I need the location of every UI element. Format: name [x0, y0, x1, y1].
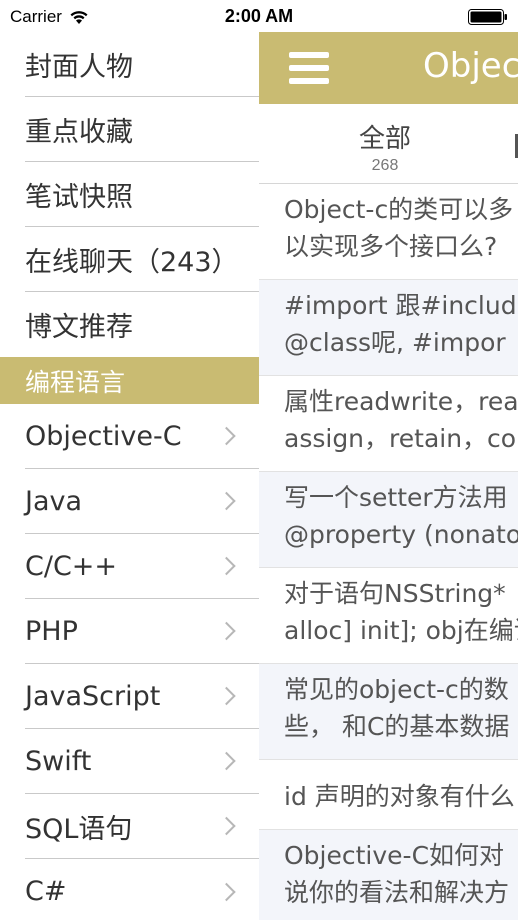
- main-panel[interactable]: Object 全部 268 Object-c的类可以多 以实现多个接口么? #i…: [259, 32, 518, 920]
- side-menu: 封面人物 重点收藏 笔试快照 在线聊天（243） 博文推荐 编程语言 Objec…: [0, 32, 259, 920]
- menu-item-label: 笔试快照: [25, 181, 133, 213]
- question-line-2: 些， 和C的基本数据: [284, 712, 510, 741]
- tab-count: 268: [371, 157, 399, 174]
- question-item[interactable]: 常见的object-c的数 些， 和C的基本数据: [259, 664, 518, 760]
- menu-item-favorites[interactable]: 重点收藏: [25, 97, 259, 162]
- tab-label: 全部: [359, 124, 412, 154]
- menu-icon[interactable]: [289, 52, 329, 86]
- question-line-2: @class呢, #impor: [284, 328, 506, 357]
- tab-all[interactable]: 全部 268: [359, 118, 411, 175]
- language-item-csharp[interactable]: C#: [25, 859, 259, 920]
- question-item[interactable]: Objective-C如何对 说你的看法和解决方: [259, 830, 518, 920]
- question-line-1: 写一个setter方法用: [284, 483, 508, 512]
- language-label: Java: [25, 485, 83, 517]
- question-line-2: alloc] init]; obj在编译: [284, 616, 518, 645]
- chevron-right-icon: [217, 491, 236, 511]
- chevron-right-icon: [217, 882, 236, 901]
- question-line-1: 属性readwrite，rea: [284, 387, 518, 416]
- language-label: C/C++: [25, 550, 118, 582]
- status-bar: Carrier 2:00 AM: [0, 0, 518, 32]
- question-line-1: 常见的object-c的数: [284, 675, 509, 704]
- menu-item-online-chat[interactable]: 在线聊天（243）: [25, 227, 259, 292]
- menu-item-label: 封面人物: [25, 51, 133, 83]
- language-item-c-cpp[interactable]: C/C++: [25, 534, 259, 599]
- question-item[interactable]: 对于语句NSString* alloc] init]; obj在编译: [259, 568, 518, 664]
- question-item[interactable]: 属性readwrite，rea assign，retain，co: [259, 376, 518, 472]
- question-line-1: Objective-C如何对: [284, 841, 505, 870]
- chevron-right-icon: [217, 426, 236, 446]
- nav-bar: Object: [259, 32, 518, 104]
- language-item-php[interactable]: PHP: [25, 599, 259, 664]
- question-line-2: 说你的看法和解决方: [284, 878, 510, 907]
- status-time: 2:00 AM: [224, 6, 294, 26]
- language-label: C#: [25, 876, 67, 907]
- language-item-objective-c[interactable]: Objective-C: [25, 404, 259, 469]
- chevron-right-icon: [217, 556, 236, 576]
- chevron-right-icon: [217, 816, 236, 836]
- chevron-right-icon: [217, 686, 236, 706]
- question-line-2: 以实现多个接口么?: [284, 232, 498, 261]
- question-item[interactable]: Object-c的类可以多 以实现多个接口么?: [259, 184, 518, 280]
- language-label: Objective-C: [25, 420, 182, 452]
- question-line-2: @property (nonato: [284, 520, 518, 549]
- chevron-right-icon: [217, 751, 236, 771]
- question-item[interactable]: #import 跟#include @class呢, #impor: [259, 280, 518, 376]
- question-list: Object-c的类可以多 以实现多个接口么? #import 跟#includ…: [259, 184, 518, 920]
- tab-bar: 全部 268: [259, 104, 518, 184]
- question-line-2: assign，retain，co: [284, 424, 517, 453]
- menu-item-label: 重点收藏: [25, 116, 133, 148]
- menu-item-cover-people[interactable]: 封面人物: [25, 32, 259, 97]
- question-line-1: Object-c的类可以多: [284, 195, 514, 224]
- menu-item-exam-snapshots[interactable]: 笔试快照: [25, 162, 259, 227]
- section-header-languages: 编程语言: [0, 357, 259, 404]
- language-label: Swift: [25, 745, 92, 777]
- language-label: PHP: [25, 615, 78, 647]
- section-title: 编程语言: [25, 367, 126, 397]
- question-line-1: id 声明的对象有什么: [284, 782, 515, 811]
- question-line-1: #import 跟#include: [284, 291, 518, 320]
- nav-title: Object: [423, 46, 518, 86]
- menu-item-blog-recommend[interactable]: 博文推荐: [25, 292, 259, 357]
- language-item-swift[interactable]: Swift: [25, 729, 259, 794]
- question-line-1: 对于语句NSString*: [284, 579, 506, 608]
- question-item[interactable]: id 声明的对象有什么: [259, 760, 518, 830]
- question-item[interactable]: 写一个setter方法用 @property (nonato: [259, 472, 518, 568]
- chevron-right-icon: [217, 621, 236, 641]
- language-label: JavaScript: [25, 680, 161, 712]
- language-label: SQL语句: [25, 813, 133, 845]
- language-item-sql[interactable]: SQL语句: [25, 794, 259, 859]
- language-item-java[interactable]: Java: [25, 469, 259, 534]
- battery-icon: [468, 9, 507, 25]
- language-item-javascript[interactable]: JavaScript: [25, 664, 259, 729]
- menu-item-label: 在线聊天（243）: [25, 246, 239, 278]
- menu-item-label: 博文推荐: [25, 312, 133, 343]
